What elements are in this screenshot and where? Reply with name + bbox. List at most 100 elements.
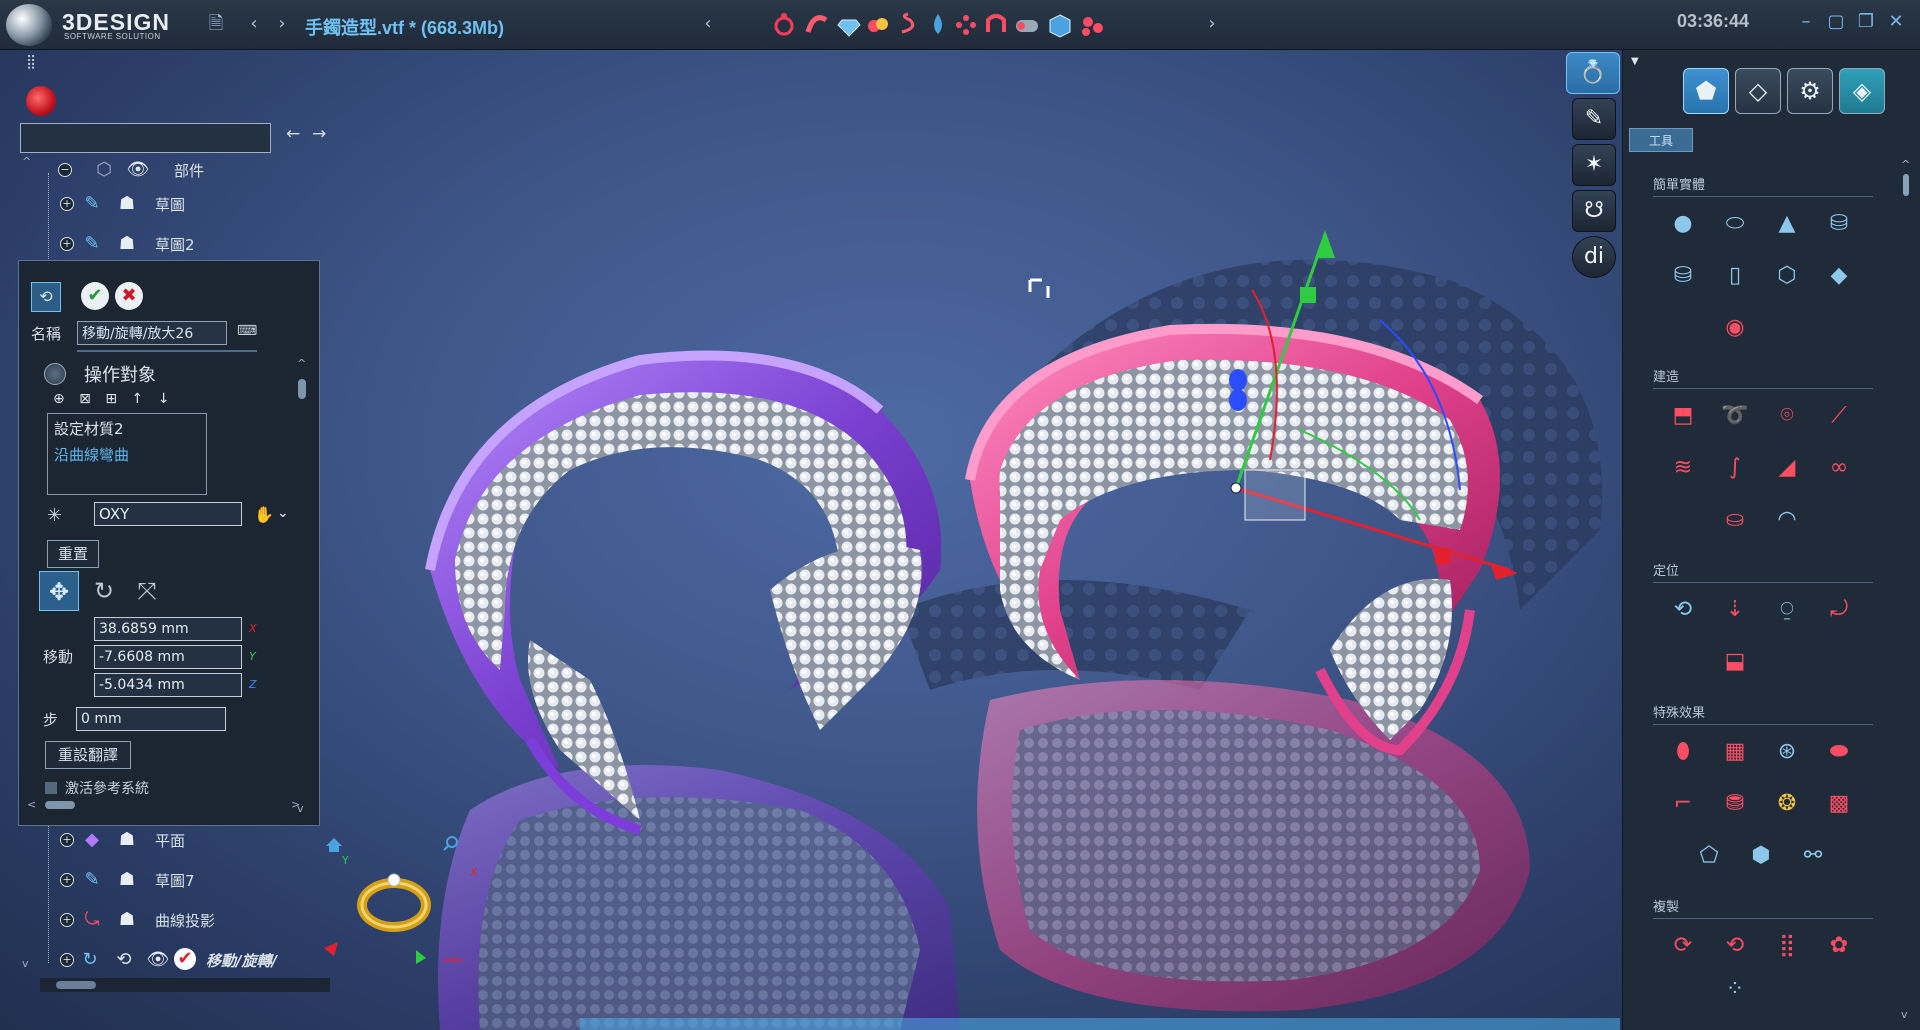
drop-icon[interactable] bbox=[934, 14, 942, 34]
scroll-thumb[interactable] bbox=[1903, 174, 1909, 196]
sphere-tool-icon[interactable]: ● bbox=[1663, 204, 1703, 244]
primitives-tab-icon[interactable]: ⬟ bbox=[1683, 68, 1729, 114]
surface-tool-icon[interactable]: ◢ bbox=[1767, 448, 1807, 488]
cancel-button[interactable]: ✖ bbox=[115, 282, 143, 310]
rotate-mode-icon[interactable]: ↻ bbox=[84, 571, 124, 611]
eye-icon[interactable]: 👁 bbox=[126, 158, 150, 182]
link-icon[interactable] bbox=[1016, 20, 1038, 32]
reference-system-checkbox[interactable] bbox=[45, 782, 57, 794]
operation-object-list[interactable]: 設定材質2 沿曲線彎曲 bbox=[47, 413, 207, 495]
grid-menu-icon[interactable]: ⣿ bbox=[26, 54, 36, 70]
render-mode-icon[interactable]: ☋ bbox=[1572, 190, 1616, 232]
cut-tool-icon[interactable]: ⌐ bbox=[1663, 784, 1703, 824]
mesh-ball-tool-icon[interactable]: ⬢ bbox=[1741, 836, 1781, 876]
scroll-down-icon[interactable]: v bbox=[1901, 1008, 1908, 1021]
reset-translation-button[interactable]: 重設翻譯 bbox=[45, 741, 131, 769]
engrave-tool-icon[interactable]: ⬮ bbox=[1663, 732, 1703, 772]
torus-tool-icon[interactable]: ⬭ bbox=[1715, 204, 1755, 244]
place-on-surface-tool-icon[interactable]: ⇣ bbox=[1715, 590, 1755, 630]
collapse-icon[interactable]: − bbox=[58, 163, 72, 177]
material-tool-icon[interactable]: ❂ bbox=[1767, 784, 1807, 824]
tree-search-input[interactable] bbox=[20, 123, 271, 153]
back-icon[interactable]: ‹ bbox=[240, 10, 268, 38]
step-input[interactable] bbox=[76, 707, 226, 731]
scroll-right-icon[interactable]: > bbox=[291, 798, 300, 811]
multi-sweep-tool-icon[interactable]: ≋ bbox=[1663, 448, 1703, 488]
hidden-ghost-icon[interactable]: ☗ bbox=[115, 868, 139, 892]
expand-icon[interactable]: + bbox=[60, 197, 74, 211]
panel-dropdown-icon[interactable]: ▼ bbox=[1631, 56, 1639, 67]
link-solid-tool-icon[interactable]: ∞ bbox=[1819, 448, 1859, 488]
tube-tool-icon[interactable]: ⛁ bbox=[1663, 256, 1703, 296]
ring-bead-icon[interactable] bbox=[986, 14, 1006, 32]
material-icon[interactable] bbox=[868, 18, 888, 32]
panel-vertical-scrollbar[interactable]: ^ v bbox=[1899, 158, 1913, 1023]
tree-forward-icon[interactable]: → bbox=[312, 124, 326, 144]
root-object-icon[interactable] bbox=[26, 86, 56, 116]
x-input[interactable] bbox=[94, 617, 242, 641]
dialog-horizontal-scrollbar[interactable]: < > bbox=[27, 797, 303, 813]
capsule-tool-icon[interactable]: ▯ bbox=[1715, 256, 1755, 296]
keyboard-icon[interactable]: ⌨ bbox=[237, 323, 257, 339]
scale-mode-icon[interactable]: ⤧ bbox=[127, 571, 167, 611]
hidden-ghost-icon[interactable]: ☗ bbox=[115, 908, 139, 932]
sketch-mode-icon[interactable]: ✎ bbox=[1572, 98, 1616, 140]
gem-set-tab-icon[interactable]: ◈ bbox=[1839, 68, 1885, 114]
extrude-tool-icon[interactable]: ⬒ bbox=[1663, 396, 1703, 436]
home-icon[interactable] bbox=[326, 838, 342, 852]
expand-icon[interactable]: + bbox=[60, 873, 74, 887]
pattern-icon[interactable] bbox=[956, 15, 976, 35]
restore-icon[interactable]: ❐ bbox=[1852, 8, 1880, 36]
move-mode-icon[interactable]: ✥ bbox=[39, 571, 79, 611]
z-input[interactable] bbox=[94, 673, 242, 697]
copy-along-curve-tool-icon[interactable]: ⁘ bbox=[1715, 970, 1755, 1010]
cone-tool-icon[interactable]: ▲ bbox=[1767, 204, 1807, 244]
save-icon[interactable]: 🗎 bbox=[202, 10, 230, 38]
cylinder-effect-tool-icon[interactable]: ⛃ bbox=[1715, 784, 1755, 824]
mesh-mode-icon[interactable]: ✶ bbox=[1572, 144, 1616, 186]
checked-icon[interactable]: ✔ bbox=[174, 948, 196, 970]
toolbar-next-icon[interactable]: › bbox=[1198, 10, 1226, 38]
copy-mirror-tool-icon[interactable]: ⟲ bbox=[1715, 926, 1755, 966]
list-item[interactable]: 沿曲線彎曲 bbox=[54, 444, 129, 465]
toolbar-prev-icon[interactable]: ‹ bbox=[694, 10, 722, 38]
copy-circular-tool-icon[interactable]: ⟳ bbox=[1663, 926, 1703, 966]
sweep-tool-icon[interactable]: ➰ bbox=[1715, 396, 1755, 436]
texture-tool-icon[interactable]: ▩ bbox=[1819, 784, 1859, 824]
scroll-up-icon[interactable]: ^ bbox=[297, 357, 306, 370]
minimize-icon[interactable]: – bbox=[1792, 8, 1820, 36]
bend-tool-icon[interactable]: ⤾ bbox=[1819, 590, 1859, 630]
cube-icon[interactable] bbox=[1049, 14, 1071, 38]
pipe-tool-icon[interactable]: ⟋ bbox=[1819, 396, 1859, 436]
lattice-tool-icon[interactable]: ⬠ bbox=[1689, 836, 1729, 876]
pyramid-tool-icon[interactable]: ◆ bbox=[1819, 256, 1859, 296]
settings-tab-icon[interactable]: ⚙ bbox=[1787, 68, 1833, 114]
hidden-ghost-icon[interactable]: ☗ bbox=[115, 828, 139, 852]
ring-blank-tool-icon[interactable]: ◉ bbox=[1715, 308, 1755, 348]
forward-icon[interactable]: › bbox=[268, 10, 296, 38]
copy-grid-tool-icon[interactable]: ⣿ bbox=[1767, 926, 1807, 966]
project-tool-icon[interactable]: ⬓ bbox=[1715, 642, 1755, 682]
shell-tool-icon[interactable]: ◠ bbox=[1767, 500, 1807, 540]
scroll-thumb[interactable] bbox=[298, 379, 306, 399]
scroll-up-icon[interactable]: ^ bbox=[1901, 158, 1910, 171]
di-mode-icon[interactable]: di bbox=[1572, 236, 1616, 278]
revolve-tool-icon[interactable]: ⌾ bbox=[1767, 396, 1807, 436]
bend-icon[interactable] bbox=[805, 15, 828, 33]
list-item[interactable]: 設定材質2 bbox=[54, 418, 124, 439]
expand-icon[interactable]: + bbox=[60, 833, 74, 847]
align-tool-icon[interactable]: ⍜ bbox=[1767, 590, 1807, 630]
hidden-ghost-icon[interactable]: ☗ bbox=[115, 192, 139, 216]
expand-options-icon[interactable]: ⌄ bbox=[277, 505, 289, 521]
tab-tools[interactable]: 工具 bbox=[1629, 128, 1693, 152]
twist-tool-icon[interactable]: ⊛ bbox=[1767, 732, 1807, 772]
pattern-tool-icon[interactable]: ▦ bbox=[1715, 732, 1755, 772]
bracelet-purple[interactable] bbox=[425, 350, 942, 835]
expand-icon[interactable]: + bbox=[60, 953, 74, 967]
gem-icon[interactable] bbox=[837, 19, 861, 37]
copy-ring-tool-icon[interactable]: ✿ bbox=[1819, 926, 1859, 966]
ring-icon[interactable] bbox=[774, 13, 794, 36]
scroll-left-icon[interactable]: < bbox=[27, 798, 36, 811]
pick-hand-icon[interactable]: ✋ bbox=[254, 505, 274, 524]
reset-button[interactable]: 重置 bbox=[47, 540, 99, 568]
